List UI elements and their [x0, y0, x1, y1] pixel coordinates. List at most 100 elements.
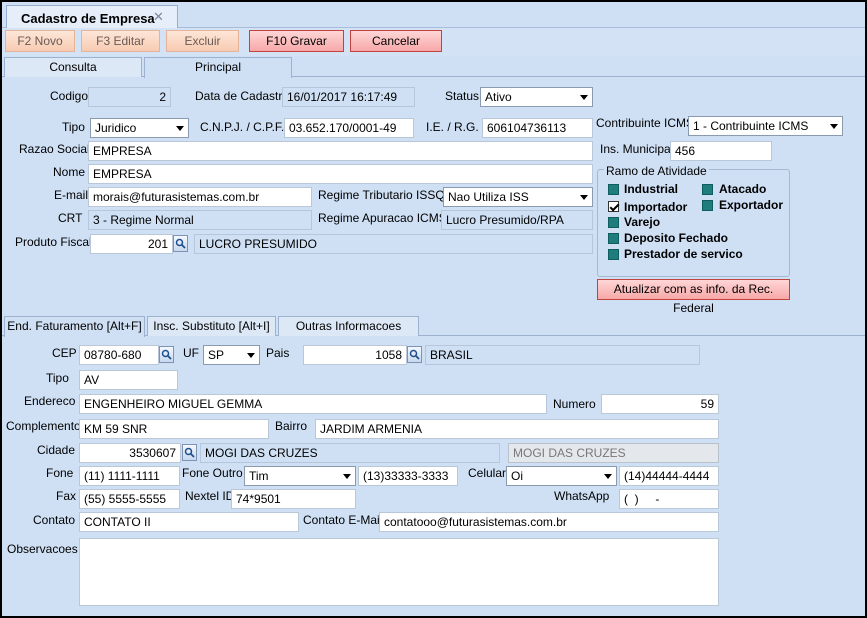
cidade-label: Cidade: [37, 443, 76, 457]
importador-label: Importador: [624, 200, 688, 214]
email-label: E-mail: [54, 188, 89, 202]
nextel-field[interactable]: 74*9501: [231, 489, 356, 509]
pais-label: Pais: [266, 346, 290, 360]
celular-field[interactable]: (14)44444-4444: [619, 466, 719, 486]
nome-label: Nome: [53, 165, 86, 179]
tab-principal[interactable]: Principal: [144, 57, 292, 78]
whatsapp-field[interactable]: ( ) -: [619, 489, 719, 509]
observacoes-textarea[interactable]: [79, 538, 719, 606]
observacoes-label: Observacoes: [7, 542, 78, 556]
regime-issqn-value: Nao Utiliza ISS: [448, 190, 529, 204]
regime-issqn-select[interactable]: Nao Utiliza ISS: [443, 187, 593, 207]
contato-email-label: Contato E-Mail:: [303, 513, 386, 527]
cidade-code-field[interactable]: 3530607: [79, 443, 181, 463]
regime-icms-field[interactable]: Lucro Presumido/RPA: [441, 210, 593, 230]
pais-name-field[interactable]: BRASIL: [425, 345, 700, 365]
ie-label: I.E. / R.G.: [426, 120, 479, 134]
tipo-label: Tipo: [62, 120, 85, 134]
codigo-label: Codigo: [50, 89, 89, 103]
address-tab-bar: End. Faturamento [Alt+F] Insc. Substitut…: [2, 316, 865, 351]
produto-fiscal-desc-field[interactable]: LUCRO PRESUMIDO: [194, 234, 593, 254]
contribuinte-select[interactable]: 1 - Contribuinte ICMS: [688, 116, 843, 136]
chevron-down-icon: [580, 195, 588, 200]
contato-field[interactable]: CONTATO II: [79, 512, 299, 532]
fone-outro-field[interactable]: (13)33333-3333: [358, 466, 458, 486]
cancel-button[interactable]: Cancelar: [350, 30, 442, 52]
nome-field[interactable]: EMPRESA: [88, 164, 593, 184]
tab-outras-informacoes[interactable]: Outras Informacoes [Alt+O]: [278, 316, 419, 351]
prestador-servico-checkbox[interactable]: [608, 249, 619, 260]
toolbar: F2 Novo F3 Editar Excluir F10 Gravar Can…: [2, 28, 865, 56]
uf-select[interactable]: SP: [203, 345, 260, 365]
update-receita-federal-button[interactable]: Atualizar com as info. da Rec. Federal: [597, 279, 790, 315]
ins-municipal-field[interactable]: 456: [670, 141, 772, 161]
fone-outro-operator-select[interactable]: Tim: [244, 466, 356, 486]
search-icon[interactable]: [182, 444, 197, 461]
principal-panel: Codigo 2 Data de Cadastro 16/01/2017 16:…: [2, 78, 865, 315]
uf-value: SP: [208, 348, 225, 362]
cidade-name-field[interactable]: MOGI DAS CRUZES: [200, 443, 500, 463]
ramo-atividade-group: Ramo de Atividade Industrial Atacado Imp…: [597, 164, 790, 277]
celular-operator-value: Oi: [511, 469, 523, 483]
data-cadastro-label: Data de Cadastro: [195, 89, 290, 103]
importador-checkbox[interactable]: [608, 201, 619, 212]
ramo-atividade-title: Ramo de Atividade: [604, 164, 709, 178]
industrial-checkbox[interactable]: [608, 184, 619, 195]
close-icon[interactable]: ✕: [153, 9, 164, 25]
chevron-down-icon: [176, 126, 184, 131]
document-tab[interactable]: Cadastro de Empresa ✕: [6, 5, 178, 28]
atacado-checkbox[interactable]: [702, 184, 713, 195]
tab-end-faturamento[interactable]: End. Faturamento [Alt+F]: [4, 316, 145, 337]
edit-button[interactable]: F3 Editar: [81, 30, 160, 52]
tipo-select[interactable]: Juridico: [90, 118, 189, 138]
data-cadastro-field[interactable]: 16/01/2017 16:17:49: [282, 87, 415, 107]
atacado-label: Atacado: [719, 182, 767, 196]
search-icon[interactable]: [407, 346, 422, 363]
delete-button[interactable]: Excluir: [166, 30, 239, 52]
regime-issqn-label: Regime Tributario ISSQN: [318, 188, 454, 202]
celular-operator-select[interactable]: Oi: [506, 466, 617, 486]
cep-field[interactable]: 08780-680: [79, 345, 159, 365]
chevron-down-icon: [343, 474, 351, 479]
tab-insc-substituto[interactable]: Insc. Substituto [Alt+I]: [147, 316, 276, 336]
complemento-field[interactable]: KM 59 SNR: [79, 419, 269, 439]
search-icon[interactable]: [173, 235, 188, 252]
pais-code-field[interactable]: 1058: [303, 345, 407, 365]
status-value: Ativo: [485, 90, 512, 104]
ie-field[interactable]: 606104736113: [482, 118, 593, 138]
nextel-label: Nextel ID: [185, 489, 235, 503]
crt-field[interactable]: 3 - Regime Normal: [88, 210, 312, 230]
crt-label: CRT: [58, 211, 83, 225]
contato-email-field[interactable]: contatooo@futurasistemas.com.br: [379, 512, 719, 532]
chevron-down-icon: [604, 474, 612, 479]
chevron-down-icon: [580, 95, 588, 100]
endereco-label: Endereco: [24, 394, 76, 408]
status-label: Status: [445, 89, 480, 103]
tipo-logradouro-field[interactable]: AV: [79, 370, 178, 390]
tab-consulta[interactable]: Consulta: [4, 57, 142, 77]
razao-field[interactable]: EMPRESA: [88, 141, 593, 161]
status-select[interactable]: Ativo: [480, 87, 593, 107]
regime-icms-label: Regime Apuracao ICMS:: [318, 211, 451, 225]
codigo-field[interactable]: 2: [88, 87, 171, 107]
main-tab-bar: Consulta Principal: [2, 57, 865, 78]
numero-field[interactable]: 59: [601, 394, 719, 414]
exportador-checkbox[interactable]: [702, 200, 713, 211]
industrial-label: Industrial: [624, 182, 679, 196]
exportador-label: Exportador: [719, 198, 784, 212]
bairro-field[interactable]: JARDIM ARMENIA: [315, 419, 719, 439]
endereco-field[interactable]: ENGENHEIRO MIGUEL GEMMA: [79, 394, 547, 414]
ins-municipal-label: Ins. Municipal: [600, 142, 674, 156]
cnpj-field[interactable]: 03.652.170/0001-49: [284, 118, 414, 138]
new-button[interactable]: F2 Novo: [5, 30, 75, 52]
save-button[interactable]: F10 Gravar: [249, 30, 344, 52]
produto-fiscal-label: Produto Fiscal: [15, 235, 92, 249]
deposito-fechado-checkbox[interactable]: [608, 233, 619, 244]
email-field[interactable]: morais@futurasistemas.com.br: [88, 187, 312, 207]
fone-field[interactable]: (11) 1111-1111: [79, 466, 180, 486]
search-icon[interactable]: [159, 346, 174, 363]
produto-fiscal-code-field[interactable]: 201: [90, 234, 173, 254]
fax-field[interactable]: (55) 5555-5555: [79, 489, 180, 509]
varejo-checkbox[interactable]: [608, 217, 619, 228]
prestador-servico-label: Prestador de servico: [624, 247, 743, 261]
